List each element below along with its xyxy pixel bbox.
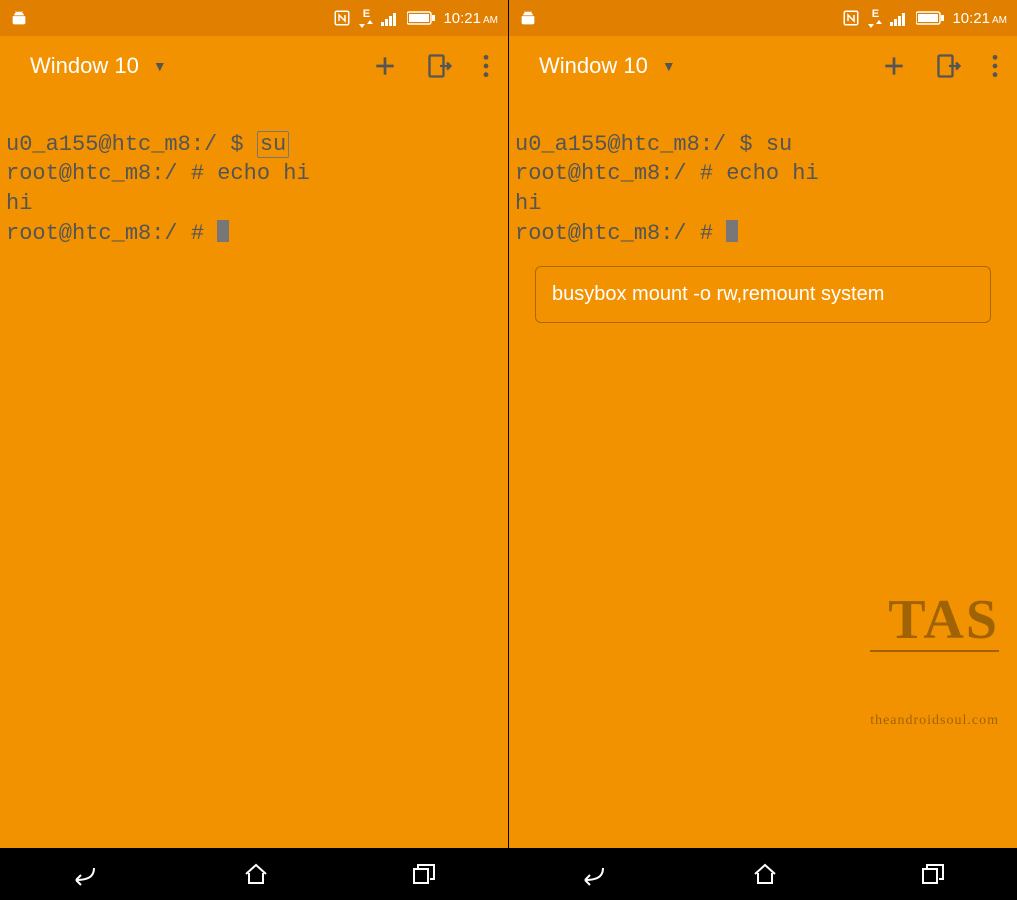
term-line: u0_a155@htc_m8:/ $ su <box>6 131 289 158</box>
status-bar: E 10:21AM <box>509 0 1017 36</box>
phone-right: E 10:21AM Window 10 ▼ <box>509 0 1017 900</box>
term-line: root@htc_m8:/ # <box>6 221 229 246</box>
cursor-icon <box>217 220 229 242</box>
window-label: Window 10 <box>539 53 648 79</box>
recents-button[interactable] <box>411 862 437 886</box>
term-line: root@htc_m8:/ # echo hi <box>515 161 819 186</box>
terminal-area[interactable]: u0_a155@htc_m8:/ $ su root@htc_m8:/ # ec… <box>0 96 508 848</box>
status-bar: E 10:21AM <box>0 0 508 36</box>
add-button[interactable] <box>372 53 398 79</box>
nfc-icon <box>842 9 860 27</box>
suggestion-box[interactable]: busybox mount -o rw,remount system <box>535 266 991 323</box>
battery-icon <box>407 11 435 25</box>
back-button[interactable] <box>580 862 610 886</box>
data-icon: E <box>868 9 882 28</box>
app-toolbar: Window 10 ▼ <box>509 36 1017 96</box>
terminal-area[interactable]: u0_a155@htc_m8:/ $ su root@htc_m8:/ # ec… <box>509 96 1017 848</box>
watermark: TAS theandroidsoul.com <box>870 533 999 790</box>
window-dropdown[interactable]: Window 10 ▼ <box>30 53 167 79</box>
term-line: root@htc_m8:/ # echo hi <box>6 161 310 186</box>
status-time: 10:21AM <box>443 10 498 27</box>
signal-icon <box>381 10 399 26</box>
overflow-menu-icon[interactable] <box>991 53 999 79</box>
term-line: u0_a155@htc_m8:/ $ su <box>515 132 792 157</box>
phone-left: E 10:21AM Window 10 ▼ <box>0 0 508 900</box>
android-debug-icon <box>10 9 28 27</box>
term-line: hi <box>515 191 541 216</box>
exit-button[interactable] <box>426 52 454 80</box>
app-toolbar: Window 10 ▼ <box>0 36 508 96</box>
add-button[interactable] <box>881 53 907 79</box>
selected-text: su <box>257 131 289 158</box>
battery-icon <box>916 11 944 25</box>
exit-button[interactable] <box>935 52 963 80</box>
recents-button[interactable] <box>920 862 946 886</box>
signal-icon <box>890 10 908 26</box>
term-line: root@htc_m8:/ # <box>515 221 738 246</box>
cursor-icon <box>726 220 738 242</box>
nav-bar <box>0 848 508 900</box>
status-time: 10:21AM <box>952 10 1007 27</box>
android-debug-icon <box>519 9 537 27</box>
overflow-menu-icon[interactable] <box>482 53 490 79</box>
window-dropdown[interactable]: Window 10 ▼ <box>539 53 676 79</box>
chevron-down-icon: ▼ <box>662 58 676 74</box>
nav-bar <box>509 848 1017 900</box>
term-line: hi <box>6 191 32 216</box>
nfc-icon <box>333 9 351 27</box>
home-button[interactable] <box>752 862 778 886</box>
back-button[interactable] <box>71 862 101 886</box>
window-label: Window 10 <box>30 53 139 79</box>
data-icon: E <box>359 9 373 28</box>
home-button[interactable] <box>243 862 269 886</box>
chevron-down-icon: ▼ <box>153 58 167 74</box>
